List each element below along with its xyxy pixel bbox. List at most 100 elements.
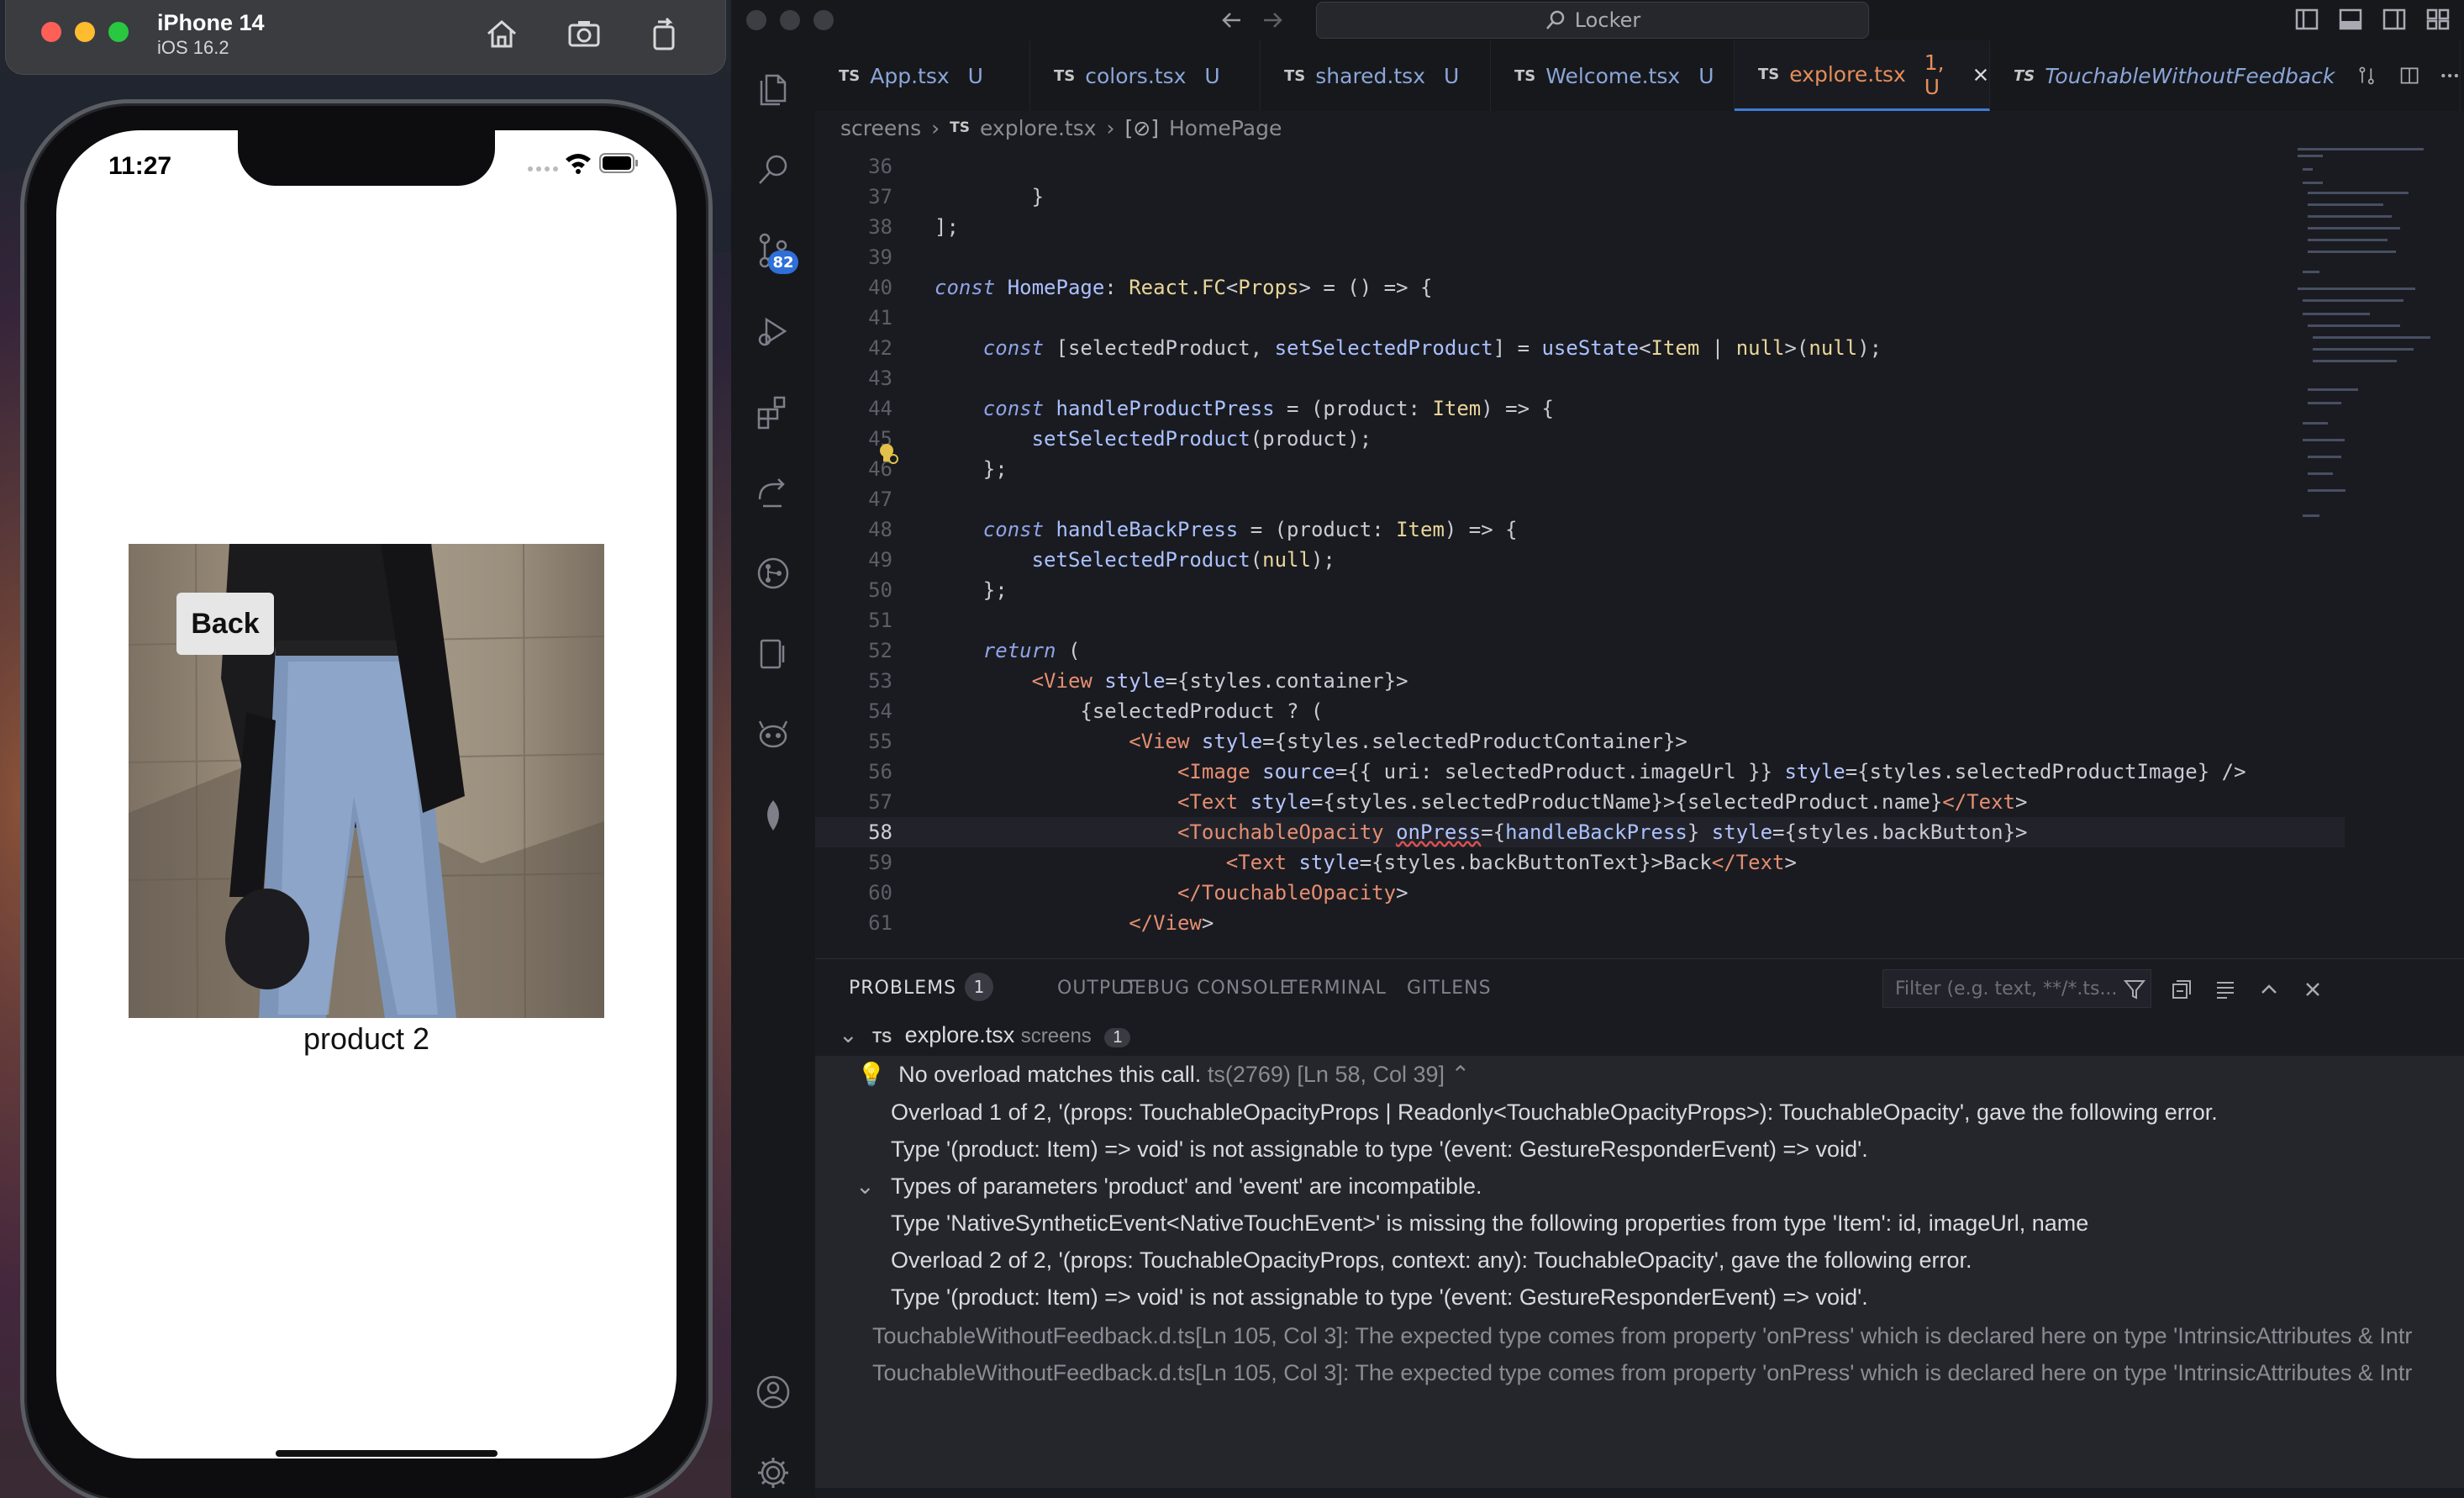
- minimize-window-button[interactable]: [780, 10, 800, 30]
- device-icon[interactable]: [755, 636, 792, 673]
- code-line[interactable]: 60 </TouchableOpacity>: [815, 878, 2345, 908]
- toggle-sidebar-icon[interactable]: [2294, 7, 2319, 32]
- tab-problems[interactable]: PROBLEMS: [849, 978, 956, 999]
- code-text: {selectedProduct ? (: [935, 699, 1324, 723]
- code-line[interactable]: 41: [815, 303, 2345, 333]
- filter-icon[interactable]: [2123, 978, 2146, 1001]
- phone-screen: 11:27 Back product 2: [56, 130, 677, 1458]
- lightbulb-icon[interactable]: [877, 442, 899, 466]
- run-debug-icon[interactable]: [755, 313, 792, 350]
- account-icon[interactable]: [755, 1374, 792, 1411]
- minimap[interactable]: [2298, 145, 2440, 548]
- code-line[interactable]: 46 };: [815, 454, 2345, 484]
- code-text: <View style={styles.selectedProductConta…: [1129, 730, 1687, 753]
- close-window-button[interactable]: [41, 22, 61, 42]
- code-line[interactable]: 54 {selectedProduct ? (: [815, 696, 2345, 726]
- tab-gitlens[interactable]: GITLENS: [1407, 978, 1492, 999]
- chevron-up-icon[interactable]: ⌃: [1451, 1062, 1471, 1087]
- remote-explorer-icon[interactable]: [755, 474, 792, 511]
- zoom-window-button[interactable]: [108, 22, 129, 42]
- code-line[interactable]: 45 setSelectedProduct(product);: [815, 424, 2345, 454]
- close-tab-icon[interactable]: [1972, 66, 1989, 84]
- settings-gear-icon[interactable]: [755, 1454, 792, 1491]
- breadcrumb-file[interactable]: explore.tsx: [980, 116, 1097, 140]
- code-line[interactable]: 56 <Image source={{ uri: selectedProduct…: [815, 757, 2345, 787]
- code-line[interactable]: 58 <TouchableOpacity onPress={handleBack…: [815, 817, 2345, 847]
- minimize-window-button[interactable]: [75, 22, 95, 42]
- customize-layout-icon[interactable]: [2425, 7, 2451, 32]
- code-editor[interactable]: 36 37 } 38]; 39 40 const HomePage: React.FC<P…: [815, 145, 2464, 958]
- tab-shared-tsx[interactable]: TS shared.tsx U: [1261, 40, 1491, 111]
- code-line[interactable]: 51: [815, 605, 2345, 636]
- gitlens-icon[interactable]: [755, 555, 792, 592]
- code-line[interactable]: 49 setSelectedProduct(null);: [815, 545, 2345, 575]
- problems-count-badge: 1: [965, 973, 993, 1001]
- code-line[interactable]: 43: [815, 363, 2345, 393]
- line-number: 57: [868, 790, 892, 814]
- problems-filter-input[interactable]: Filter (e.g. text, **/*.ts...: [1882, 969, 2151, 1008]
- line-number: 61: [868, 911, 892, 935]
- code-line[interactable]: 42 const [selectedProduct, setSelectedPr…: [815, 333, 2345, 363]
- code-line[interactable]: 38];: [815, 212, 2345, 242]
- extensions-icon[interactable]: [755, 393, 792, 430]
- explorer-icon[interactable]: [755, 71, 792, 108]
- chevron-right-icon: ›: [1106, 115, 1115, 140]
- toggle-secondary-sidebar-icon[interactable]: [2382, 7, 2407, 32]
- home-icon[interactable]: [483, 15, 520, 52]
- code-line[interactable]: 59 <Text style={styles.backButtonText}>B…: [815, 847, 2345, 878]
- toggle-panel-icon[interactable]: [2338, 7, 2363, 32]
- code-line[interactable]: 55 <View style={styles.selectedProductCo…: [815, 726, 2345, 757]
- device-name: iPhone 14: [157, 10, 265, 35]
- screenshot-icon[interactable]: [566, 15, 603, 52]
- close-window-button[interactable]: [746, 10, 766, 30]
- tab-terminal[interactable]: TERMINAL: [1286, 978, 1387, 999]
- code-line[interactable]: 53 <View style={styles.container}>: [815, 666, 2345, 696]
- zoom-window-button[interactable]: [813, 10, 834, 30]
- code-line[interactable]: 37 }: [815, 182, 2345, 212]
- problems-file-row[interactable]: ⌄ TS explore.tsx screens 1: [839, 1022, 1131, 1048]
- code-line[interactable]: 47: [815, 484, 2345, 514]
- compare-changes-icon[interactable]: [2356, 64, 2377, 87]
- code-text: const [selectedProduct, setSelectedProdu…: [982, 336, 1882, 360]
- back-button[interactable]: Back: [176, 593, 274, 655]
- product-image: Back: [129, 544, 604, 1018]
- code-line[interactable]: 52 return (: [815, 636, 2345, 666]
- arrow-right-icon[interactable]: [1261, 8, 1286, 32]
- related-info-line[interactable]: TouchableWithoutFeedback.d.ts[Ln 105, Co…: [872, 1360, 2412, 1386]
- code-line[interactable]: 61 </View>: [815, 908, 2345, 938]
- search-icon[interactable]: [755, 151, 792, 188]
- simulator-titlebar: iPhone 14 iOS 16.2: [5, 0, 726, 75]
- code-line[interactable]: 40 const HomePage: React.FC<Props> = () =…: [815, 272, 2345, 303]
- command-center-search[interactable]: Locker: [1316, 2, 1869, 39]
- code-line[interactable]: 48 const handleBackPress = (product: Ite…: [815, 514, 2345, 545]
- collapse-all-icon[interactable]: [2170, 978, 2193, 1001]
- copilot-icon[interactable]: [755, 716, 792, 753]
- code-text: <View style={styles.container}>: [1031, 669, 1408, 693]
- related-info-line[interactable]: TouchableWithoutFeedback.d.ts[Ln 105, Co…: [872, 1323, 2412, 1349]
- split-editor-icon[interactable]: [2399, 64, 2419, 87]
- view-as-list-icon[interactable]: [2214, 978, 2237, 1001]
- product-name: product 2: [303, 1021, 430, 1056]
- more-actions-icon[interactable]: [2440, 64, 2460, 87]
- problem-headline[interactable]: 💡 No overload matches this call. ts(2769…: [857, 1061, 1470, 1088]
- lightbulb-icon: 💡: [857, 1062, 886, 1087]
- code-line[interactable]: 57 <Text style={styles.selectedProductNa…: [815, 787, 2345, 817]
- breadcrumb-folder[interactable]: screens: [840, 116, 921, 140]
- breadcrumb-symbol[interactable]: HomePage: [1169, 116, 1282, 140]
- mongodb-leaf-icon[interactable]: [755, 797, 792, 834]
- code-line[interactable]: 39: [815, 242, 2345, 272]
- code-line[interactable]: 44 const handleProductPress = (product: …: [815, 393, 2345, 424]
- tab-touchablewithoutfeedback[interactable]: TS TouchableWithoutFeedback: [1990, 40, 2461, 111]
- tab-colors-tsx[interactable]: TS colors.tsx U: [1030, 40, 1261, 111]
- close-panel-icon[interactable]: [2301, 978, 2324, 1001]
- code-line[interactable]: 36: [815, 151, 2345, 182]
- code-line[interactable]: 50 };: [815, 575, 2345, 605]
- tab-explore-tsx[interactable]: TS explore.tsx 1, U: [1735, 40, 1990, 111]
- rotate-icon[interactable]: [646, 15, 683, 52]
- tab-app-tsx[interactable]: TS App.tsx U: [815, 40, 1030, 111]
- tab-debug-console[interactable]: DEBUG CONSOLE: [1119, 978, 1293, 999]
- arrow-left-icon[interactable]: [1219, 8, 1244, 32]
- maximize-panel-icon[interactable]: [2257, 978, 2281, 1001]
- tab-welcome-tsx[interactable]: TS Welcome.tsx U: [1491, 40, 1735, 111]
- chevron-down-icon[interactable]: ⌄: [856, 1174, 875, 1200]
